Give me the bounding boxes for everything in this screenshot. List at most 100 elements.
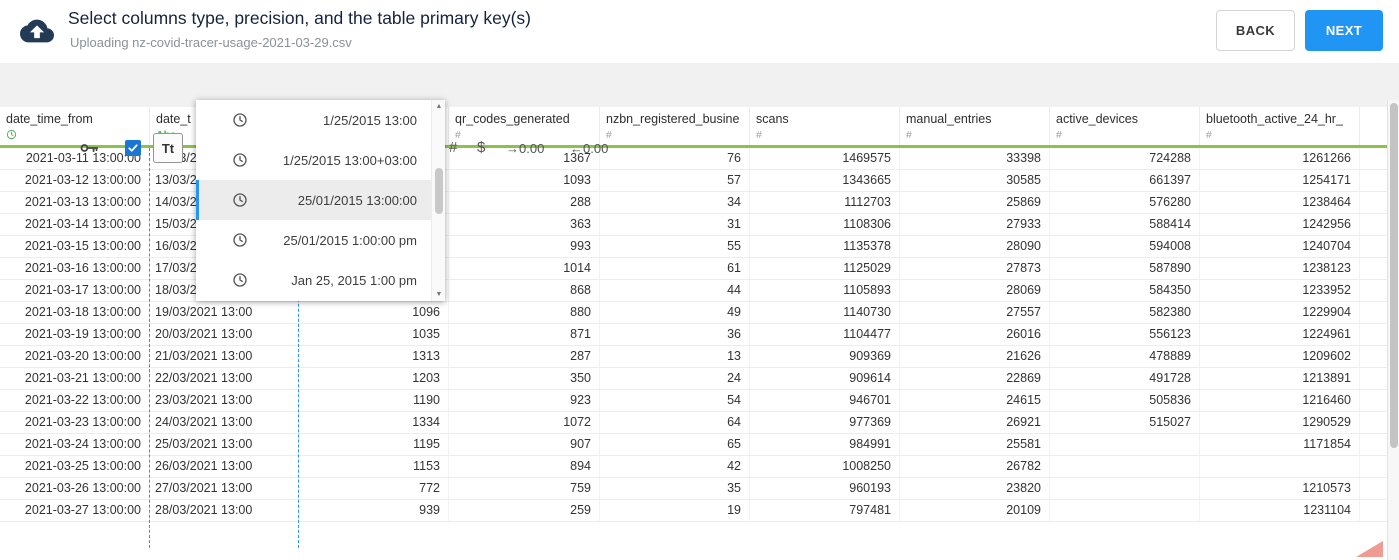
table-cell[interactable]: 1008250 xyxy=(750,456,900,477)
table-cell[interactable]: 1209602 xyxy=(1200,346,1360,367)
table-cell[interactable]: 34 xyxy=(600,192,750,213)
table-cell[interactable]: 1313 xyxy=(299,346,449,367)
table-cell[interactable]: 259 xyxy=(449,500,600,521)
table-cell[interactable]: 57 xyxy=(600,170,750,191)
format-option[interactable]: 25/01/2015 13:00:00 xyxy=(196,180,445,220)
table-cell[interactable]: 1213891 xyxy=(1200,368,1360,389)
table-cell[interactable]: 26/03/2021 13:00 xyxy=(150,456,299,477)
table-cell[interactable]: 661397 xyxy=(1050,170,1200,191)
table-cell[interactable]: 2021-03-27 13:00:00 xyxy=(0,500,150,521)
table-cell[interactable]: 27/03/2021 13:00 xyxy=(150,478,299,499)
table-cell[interactable]: 65 xyxy=(600,434,750,455)
table-cell[interactable]: 880 xyxy=(449,302,600,323)
vertical-scroll-thumb[interactable] xyxy=(1390,103,1398,448)
text-type-button[interactable]: Tt xyxy=(153,133,183,163)
table-cell[interactable] xyxy=(1050,456,1200,477)
table-cell[interactable]: 19/03/2021 13:00 xyxy=(150,302,299,323)
table-cell[interactable]: 2021-03-12 13:00:00 xyxy=(0,170,150,191)
table-cell[interactable]: 27873 xyxy=(900,258,1050,279)
table-cell[interactable] xyxy=(1050,500,1200,521)
table-cell[interactable]: 2021-03-18 13:00:00 xyxy=(0,302,150,323)
table-cell[interactable]: 2021-03-13 13:00:00 xyxy=(0,192,150,213)
column-header[interactable]: manual_entries # xyxy=(900,107,1050,148)
table-cell[interactable]: 1072 xyxy=(449,412,600,433)
table-cell[interactable]: 939 xyxy=(299,500,449,521)
table-cell[interactable]: 2021-03-21 13:00:00 xyxy=(0,368,150,389)
table-cell[interactable]: 26921 xyxy=(900,412,1050,433)
table-cell[interactable]: 576280 xyxy=(1050,192,1200,213)
table-cell[interactable]: 22/03/2021 13:00 xyxy=(150,368,299,389)
table-cell[interactable] xyxy=(1200,456,1360,477)
vertical-scrollbar[interactable] xyxy=(1387,100,1399,560)
table-cell[interactable]: 24/03/2021 13:00 xyxy=(150,412,299,433)
column-header[interactable]: nzbn_registered_busine # xyxy=(600,107,750,148)
table-cell[interactable]: 25869 xyxy=(900,192,1050,213)
format-option[interactable]: Jan 25, 2015 1:00 pm xyxy=(196,260,445,300)
primary-key-icon[interactable] xyxy=(78,137,100,159)
table-cell[interactable]: 1242956 xyxy=(1200,214,1360,235)
table-cell[interactable]: 1469575 xyxy=(750,148,900,169)
table-cell[interactable]: 1254171 xyxy=(1200,170,1360,191)
table-cell[interactable]: 587890 xyxy=(1050,258,1200,279)
table-cell[interactable]: 2021-03-25 13:00:00 xyxy=(0,456,150,477)
table-cell[interactable]: 977369 xyxy=(750,412,900,433)
table-cell[interactable]: 61 xyxy=(600,258,750,279)
table-cell[interactable]: 505836 xyxy=(1050,390,1200,411)
table-cell[interactable]: 1238123 xyxy=(1200,258,1360,279)
table-cell[interactable]: 1203 xyxy=(299,368,449,389)
table-cell[interactable]: 960193 xyxy=(750,478,900,499)
table-cell[interactable]: 1210573 xyxy=(1200,478,1360,499)
table-cell[interactable]: 582380 xyxy=(1050,302,1200,323)
table-cell[interactable]: 27557 xyxy=(900,302,1050,323)
table-cell[interactable]: 1290529 xyxy=(1200,412,1360,433)
table-cell[interactable]: 36 xyxy=(600,324,750,345)
table-cell[interactable]: 1035 xyxy=(299,324,449,345)
table-cell[interactable]: 27933 xyxy=(900,214,1050,235)
table-cell[interactable]: 23/03/2021 13:00 xyxy=(150,390,299,411)
table-cell[interactable]: 797481 xyxy=(750,500,900,521)
table-cell[interactable]: 1125029 xyxy=(750,258,900,279)
table-cell[interactable]: 1112703 xyxy=(750,192,900,213)
table-cell[interactable]: 288 xyxy=(449,192,600,213)
scroll-up-icon[interactable]: ▲ xyxy=(432,103,446,110)
table-cell[interactable]: 909614 xyxy=(750,368,900,389)
table-cell[interactable]: 350 xyxy=(449,368,600,389)
table-cell[interactable]: 594008 xyxy=(1050,236,1200,257)
format-option[interactable]: 1/25/2015 13:00+03:00 xyxy=(196,140,445,180)
format-option[interactable]: 25/01/2015 1:00:00 pm xyxy=(196,220,445,260)
table-cell[interactable]: 26782 xyxy=(900,456,1050,477)
table-cell[interactable]: 44 xyxy=(600,280,750,301)
table-cell[interactable]: 28/03/2021 13:00 xyxy=(150,500,299,521)
table-cell[interactable]: 19 xyxy=(600,500,750,521)
table-cell[interactable]: 24 xyxy=(600,368,750,389)
dropdown-scrollbar[interactable]: ▲ ▼ xyxy=(431,100,445,301)
table-cell[interactable]: 21626 xyxy=(900,346,1050,367)
table-cell[interactable]: 76 xyxy=(600,148,750,169)
table-cell[interactable]: 1105893 xyxy=(750,280,900,301)
table-cell[interactable]: 54 xyxy=(600,390,750,411)
table-cell[interactable]: 1153 xyxy=(299,456,449,477)
dropdown-scroll-thumb[interactable] xyxy=(435,168,443,214)
table-cell[interactable]: 1190 xyxy=(299,390,449,411)
table-cell[interactable]: 946701 xyxy=(750,390,900,411)
number-type-button[interactable]: # xyxy=(449,139,457,156)
table-cell[interactable]: 1093 xyxy=(449,170,600,191)
table-cell[interactable]: 287 xyxy=(449,346,600,367)
back-button[interactable]: BACK xyxy=(1216,10,1295,51)
table-cell[interactable]: 1343665 xyxy=(750,170,900,191)
table-cell[interactable]: 2021-03-19 13:00:00 xyxy=(0,324,150,345)
table-cell[interactable]: 1231104 xyxy=(1200,500,1360,521)
table-cell[interactable]: 1224961 xyxy=(1200,324,1360,345)
table-cell[interactable]: 2021-03-17 13:00:00 xyxy=(0,280,150,301)
table-cell[interactable]: 1104477 xyxy=(750,324,900,345)
table-cell[interactable]: 2021-03-24 13:00:00 xyxy=(0,434,150,455)
table-cell[interactable]: 1216460 xyxy=(1200,390,1360,411)
table-cell[interactable] xyxy=(1050,478,1200,499)
table-cell[interactable]: 2021-03-14 13:00:00 xyxy=(0,214,150,235)
table-cell[interactable]: 49 xyxy=(600,302,750,323)
table-cell[interactable]: 2021-03-20 13:00:00 xyxy=(0,346,150,367)
table-cell[interactable]: 13 xyxy=(600,346,750,367)
table-cell[interactable]: 556123 xyxy=(1050,324,1200,345)
table-cell[interactable]: 21/03/2021 13:00 xyxy=(150,346,299,367)
table-cell[interactable]: 2021-03-23 13:00:00 xyxy=(0,412,150,433)
